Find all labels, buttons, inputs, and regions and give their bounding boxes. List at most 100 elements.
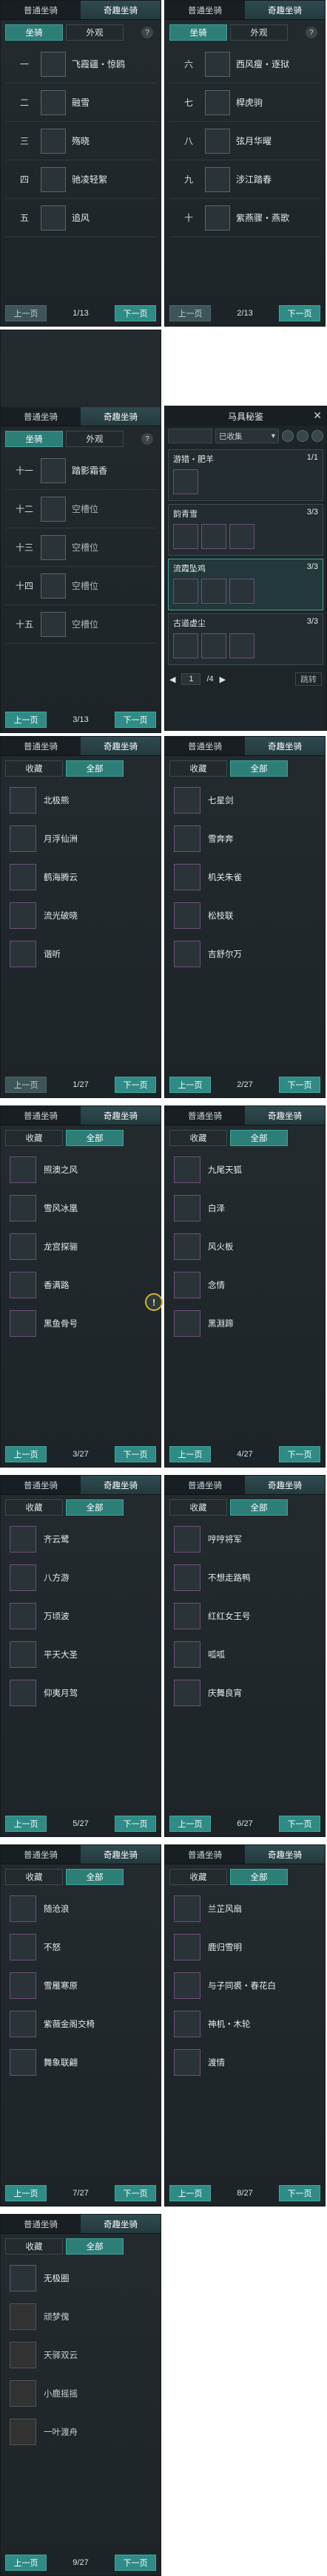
collection-item[interactable]: 九尾天狐 <box>169 1151 320 1189</box>
page-input[interactable]: 1 <box>181 673 201 685</box>
tab-normal-mount[interactable]: 普通坐骑 <box>1 1476 81 1494</box>
next-page-button[interactable]: 下一页 <box>115 712 156 728</box>
collection-item[interactable]: 随沧浪 <box>5 1890 156 1928</box>
tab-fun-mount[interactable]: 奇趣坐骑 <box>81 737 161 755</box>
gear-item-icon[interactable] <box>201 633 226 658</box>
collection-item[interactable]: 黑淵蹄 <box>169 1304 320 1343</box>
subtab-all[interactable]: 全部 <box>230 1130 288 1146</box>
next-page-button[interactable]: 下一页 <box>279 1816 320 1832</box>
prev-page-button[interactable]: 上一页 <box>5 1077 47 1093</box>
collection-item[interactable]: 风火板 <box>169 1227 320 1266</box>
subtab-collect[interactable]: 收藏 <box>169 760 227 777</box>
collection-item[interactable]: 渡情 <box>169 2043 320 2082</box>
gear-item-icon[interactable] <box>173 469 198 494</box>
next-page-button[interactable]: 下一页 <box>115 2185 156 2201</box>
collection-item[interactable]: 念情 <box>169 1266 320 1304</box>
tab-fun-mount[interactable]: 奇趣坐骑 <box>245 1 325 19</box>
chevron-left-icon[interactable]: ◀ <box>169 675 175 684</box>
notice-bubble-icon[interactable]: ! <box>145 1293 163 1311</box>
prev-page-button[interactable]: 上一页 <box>5 712 47 728</box>
subtab-all[interactable]: 全部 <box>66 2238 124 2255</box>
tab-normal-mount[interactable]: 普通坐骑 <box>1 2215 81 2233</box>
tab-normal-mount[interactable]: 普通坐骑 <box>1 407 81 426</box>
mount-slot[interactable]: 十一 踏影霜香 <box>5 452 156 490</box>
tab-fun-mount[interactable]: 奇趣坐骑 <box>81 2215 161 2233</box>
subtab-mount[interactable]: 坐骑 <box>5 24 63 41</box>
gear-set-selected[interactable]: 流霞坠鸡 3/3 <box>168 559 323 610</box>
mount-slot-empty[interactable]: 十四 空槽位 <box>5 567 156 605</box>
collection-item[interactable]: 神机・木轮 <box>169 2005 320 2043</box>
tab-fun-mount[interactable]: 奇趣坐骑 <box>81 407 161 426</box>
gear-set[interactable]: 古道虚尘 3/3 <box>168 613 323 665</box>
tab-normal-mount[interactable]: 普通坐骑 <box>165 1 245 19</box>
next-page-button[interactable]: 下一页 <box>115 1816 156 1832</box>
subtab-appearance[interactable]: 外观 <box>66 431 124 447</box>
collection-item[interactable]: 顽梦傀 <box>5 2297 156 2336</box>
subtab-mount[interactable]: 坐骑 <box>169 24 227 41</box>
tab-normal-mount[interactable]: 普通坐骑 <box>1 1106 81 1125</box>
tab-normal-mount[interactable]: 普通坐骑 <box>165 737 245 755</box>
next-page-button[interactable]: 下一页 <box>115 1446 156 1462</box>
collection-item[interactable]: 龙宫探骊 <box>5 1227 156 1266</box>
next-page-button[interactable]: 下一页 <box>279 1446 320 1462</box>
mount-slot[interactable]: 九 涉江踏春 <box>169 160 320 199</box>
subtab-collect[interactable]: 收藏 <box>5 1499 63 1516</box>
subtab-all[interactable]: 全部 <box>230 1869 288 1885</box>
tab-fun-mount[interactable]: 奇趣坐骑 <box>245 1476 325 1494</box>
collection-item[interactable]: 平天大圣 <box>5 1635 156 1674</box>
gear-set[interactable]: 韵青雪 3/3 <box>168 504 323 556</box>
subtab-all[interactable]: 全部 <box>66 760 124 777</box>
prev-page-button[interactable]: 上一页 <box>5 1446 47 1462</box>
tab-fun-mount[interactable]: 奇趣坐骑 <box>245 1845 325 1864</box>
collection-item[interactable]: 呱呱 <box>169 1635 320 1674</box>
gear-item-icon[interactable] <box>173 524 198 549</box>
gear-set[interactable]: 游猎・肥羊 1/1 <box>168 449 323 501</box>
tab-normal-mount[interactable]: 普通坐骑 <box>165 1845 245 1864</box>
collection-item[interactable]: 舞象联翩 <box>5 2043 156 2082</box>
collection-item[interactable]: 八方游 <box>5 1558 156 1597</box>
lock-icon[interactable] <box>311 430 323 442</box>
tab-fun-mount[interactable]: 奇趣坐骑 <box>245 737 325 755</box>
collection-item[interactable]: 谐听 <box>5 935 156 973</box>
subtab-collect[interactable]: 收藏 <box>5 1130 63 1146</box>
collection-item[interactable]: 吉舒尔万 <box>169 935 320 973</box>
collection-item[interactable]: 黑鱼骨号 <box>5 1304 156 1343</box>
gear-item-icon[interactable] <box>201 579 226 604</box>
sort-icon[interactable] <box>297 430 309 442</box>
tab-normal-mount[interactable]: 普通坐骑 <box>1 737 81 755</box>
jump-button[interactable]: 跳转 <box>295 672 322 686</box>
collection-item[interactable]: 鹿归雪明 <box>169 1928 320 1966</box>
subtab-collect[interactable]: 收藏 <box>169 1130 227 1146</box>
collection-item[interactable]: 小鹿摇摇 <box>5 2374 156 2413</box>
collection-item[interactable]: 松枝联 <box>169 896 320 935</box>
mount-slot-empty[interactable]: 十三 空槽位 <box>5 528 156 567</box>
mount-slot-empty[interactable]: 十二 空槽位 <box>5 490 156 528</box>
tab-fun-mount[interactable]: 奇趣坐骑 <box>81 1476 161 1494</box>
mount-slot[interactable]: 七 桿虎驹 <box>169 84 320 122</box>
next-page-button[interactable]: 下一页 <box>115 2555 156 2571</box>
collection-item[interactable]: 鹤海腾云 <box>5 858 156 896</box>
subtab-all[interactable]: 全部 <box>66 1130 124 1146</box>
gear-item-icon[interactable] <box>229 579 254 604</box>
gear-item-icon[interactable] <box>201 524 226 549</box>
next-page-button[interactable]: 下一页 <box>115 305 156 321</box>
tab-normal-mount[interactable]: 普通坐骑 <box>1 1845 81 1864</box>
mount-slot[interactable]: 三 殇晓 <box>5 122 156 160</box>
prev-page-button[interactable]: 上一页 <box>169 1446 211 1462</box>
mount-slot-empty[interactable]: 十五 空槽位 <box>5 605 156 644</box>
tab-fun-mount[interactable]: 奇趣坐骑 <box>81 1106 161 1125</box>
collection-item[interactable]: 雪雁寒原 <box>5 1966 156 2005</box>
collection-item[interactable]: 庆舞良宵 <box>169 1674 320 1712</box>
subtab-collect[interactable]: 收藏 <box>5 1869 63 1885</box>
subtab-collect[interactable]: 收藏 <box>5 2238 63 2255</box>
collection-item[interactable]: 与子同裘・春花白 <box>169 1966 320 2005</box>
collection-item[interactable]: 一叶渡舟 <box>5 2413 156 2451</box>
search-input[interactable] <box>168 429 212 443</box>
gear-item-icon[interactable] <box>173 579 198 604</box>
prev-page-button[interactable]: 上一页 <box>5 2185 47 2201</box>
subtab-all[interactable]: 全部 <box>66 1869 124 1885</box>
mount-slot[interactable]: 二 融雪 <box>5 84 156 122</box>
next-page-button[interactable]: 下一页 <box>279 1077 320 1093</box>
collection-item[interactable]: 无极圈 <box>5 2259 156 2297</box>
subtab-appearance[interactable]: 外观 <box>230 24 288 41</box>
